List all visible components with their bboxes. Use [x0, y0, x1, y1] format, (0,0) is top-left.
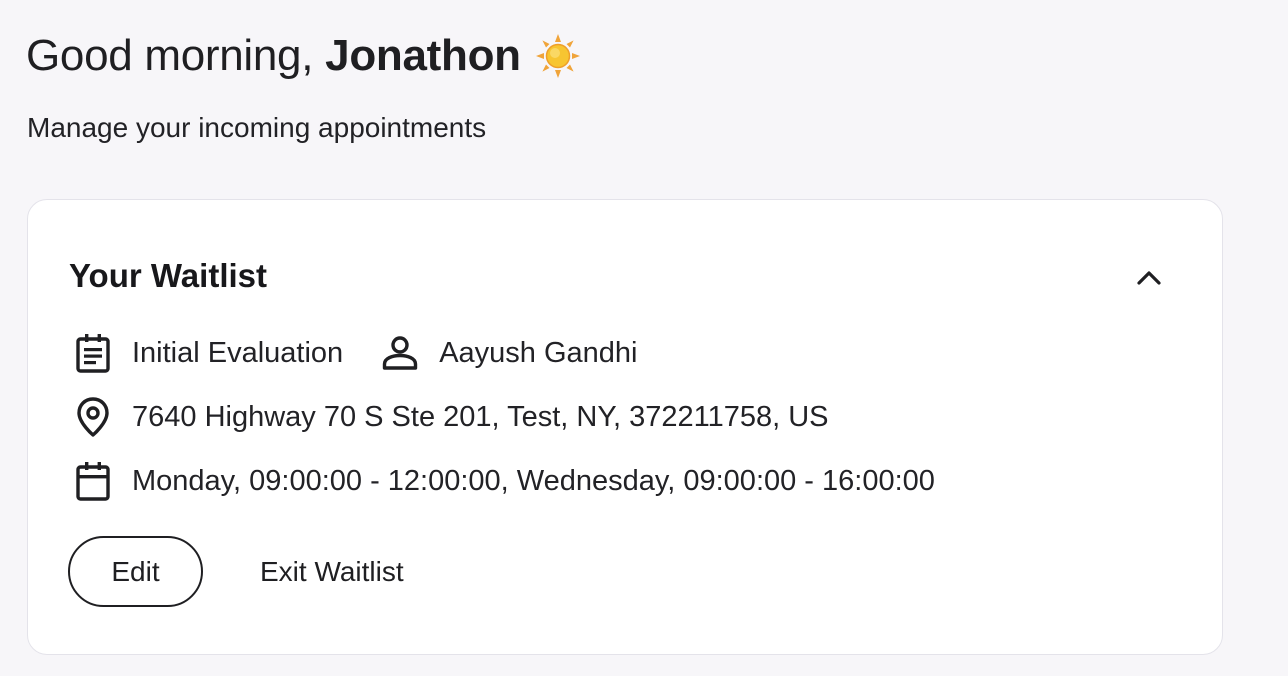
address-text: 7640 Highway 70 S Ste 201, Test, NY, 372…: [132, 401, 829, 433]
user-name: Jonathon: [325, 31, 521, 80]
service-provider-row: Initial Evaluation Aayush Gandhi: [72, 332, 638, 374]
greeting-heading: Good morning, Jonathon: [26, 28, 581, 84]
provider-name: Aayush Gandhi: [439, 337, 638, 369]
waitlist-title: Your Waitlist: [69, 257, 267, 294]
page: Good morning, Jonathon Manage your incom…: [0, 0, 1288, 676]
chevron-up-icon: [1137, 271, 1161, 285]
schedule-row: Monday, 09:00:00 - 12:00:00, Wednesday, …: [72, 460, 935, 502]
page-subtitle: Manage your incoming appointments: [27, 112, 487, 143]
person-icon: [379, 332, 421, 374]
schedule-text: Monday, 09:00:00 - 12:00:00, Wednesday, …: [132, 465, 935, 497]
calendar-icon: [72, 460, 114, 502]
exit-waitlist-button[interactable]: Exit Waitlist: [246, 536, 418, 607]
sun-icon: [535, 33, 581, 79]
edit-button[interactable]: Edit: [68, 536, 203, 607]
clipboard-icon: [72, 332, 114, 374]
map-pin-icon: [72, 396, 114, 438]
address-row: 7640 Highway 70 S Ste 201, Test, NY, 372…: [72, 396, 828, 438]
waitlist-card: Your Waitlist Initial Evaluation Aayush …: [27, 199, 1223, 655]
service-name: Initial Evaluation: [132, 337, 344, 369]
greeting-prefix: Good morning,: [26, 31, 314, 80]
collapse-button[interactable]: [1129, 258, 1169, 298]
